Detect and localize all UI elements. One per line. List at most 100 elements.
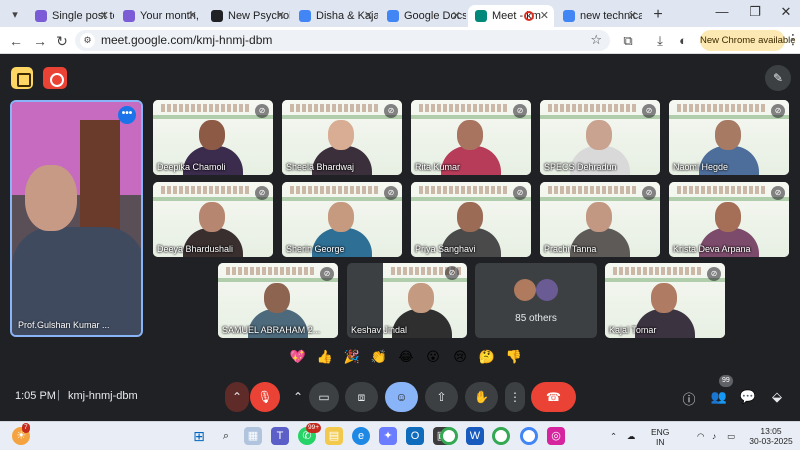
captions-off-icon[interactable] bbox=[11, 67, 33, 89]
wifi-icon[interactable]: ◠ bbox=[697, 431, 704, 441]
clock[interactable]: 13:05 30-03-2025 bbox=[746, 426, 796, 446]
activities-icon[interactable]: ⬙ bbox=[767, 389, 787, 407]
participant-name: Deepika Chamoli bbox=[157, 162, 226, 172]
people-icon[interactable]: 👥 bbox=[709, 389, 729, 407]
close-tab-icon[interactable]: ✕ bbox=[452, 9, 461, 22]
onedrive-icon[interactable]: ☁ bbox=[627, 431, 636, 441]
reaction-emoji-icon[interactable]: 👎 bbox=[504, 347, 524, 367]
camera-button[interactable]: ▭ bbox=[309, 382, 339, 412]
download-icon[interactable]: ⤓ bbox=[650, 31, 670, 51]
tray-overflow-icon[interactable]: ⌃ bbox=[610, 431, 617, 441]
browser-tab[interactable]: Your month, y ✕ bbox=[116, 5, 202, 27]
present-screen-button[interactable]: ⇧ bbox=[425, 382, 458, 412]
close-window-button[interactable]: ✕ bbox=[776, 4, 796, 20]
chrome-icon[interactable] bbox=[440, 427, 458, 445]
browser-tab[interactable]: New Psycholo✕ bbox=[204, 5, 290, 27]
muted-mic-icon: ⊘ bbox=[384, 186, 398, 200]
start-icon[interactable]: ⊞ bbox=[190, 427, 208, 445]
reaction-emoji-icon[interactable]: 👍 bbox=[315, 347, 335, 367]
reaction-emoji-icon[interactable]: 🎉 bbox=[342, 347, 362, 367]
active-speaker-tile[interactable]: ••• Prof.Gulshan Kumar ... bbox=[10, 100, 143, 337]
browser-tab[interactable]: Disha & Kajal ✕ bbox=[292, 5, 378, 27]
extensions-icon[interactable]: ⧉ bbox=[618, 31, 638, 51]
file-explorer-icon[interactable]: ▤ bbox=[325, 427, 343, 445]
restore-button[interactable]: ❐ bbox=[745, 4, 765, 20]
new-chrome-available-button[interactable]: New Chrome available bbox=[700, 30, 796, 51]
participant-tile[interactable]: ⊘ Sherin George bbox=[282, 182, 402, 257]
profile-icon[interactable]: ◐ bbox=[673, 31, 693, 51]
whatsapp-badge: 99+ bbox=[306, 423, 322, 433]
participant-tile[interactable]: ⊘ Krista Deva Arpana bbox=[669, 182, 789, 257]
browser-tab[interactable]: Single post te ✕ bbox=[28, 5, 114, 27]
muted-mic-icon: ⊘ bbox=[707, 267, 721, 281]
leave-call-button[interactable]: ☎ bbox=[531, 382, 576, 412]
visual-effects-icon[interactable]: ✎ bbox=[765, 65, 791, 91]
bookmark-star-icon[interactable]: ☆ bbox=[590, 32, 602, 48]
reaction-emoji-icon[interactable]: 😮 bbox=[423, 347, 443, 367]
reload-icon[interactable]: ↻ bbox=[52, 31, 72, 51]
forward-icon[interactable]: → bbox=[30, 31, 50, 51]
minimize-button[interactable]: — bbox=[712, 4, 732, 19]
browser-menu-icon[interactable]: ⋮ bbox=[786, 31, 800, 48]
close-tab-icon[interactable]: ✕ bbox=[540, 9, 549, 22]
chat-icon[interactable]: 💬 bbox=[738, 389, 758, 407]
raise-hand-button[interactable]: ✋ bbox=[465, 382, 498, 412]
omnibox[interactable]: ⚙ meet.google.com/kmj-hnmj-dbm ☆ bbox=[75, 30, 610, 51]
participant-tile[interactable]: ⊘ Rita Kumar bbox=[411, 100, 531, 175]
search-icon[interactable]: ⌕ bbox=[217, 427, 235, 445]
tab-favicon-icon bbox=[123, 10, 135, 22]
participant-tile[interactable]: ⊘ Deepika Chamoli bbox=[153, 100, 273, 175]
more-options-button[interactable]: ⋮ bbox=[505, 382, 525, 412]
microphone-off-button[interactable]: 🎙 bbox=[250, 382, 280, 412]
participant-tile[interactable]: ⊘ Naomi Hegde bbox=[669, 100, 789, 175]
site-info-icon[interactable]: ⚙ bbox=[80, 33, 95, 48]
copilot-icon[interactable]: ✦ bbox=[379, 427, 397, 445]
reactions-button[interactable]: ☺ bbox=[385, 382, 418, 412]
chrome-profile-icon[interactable] bbox=[492, 427, 510, 445]
back-icon[interactable]: ← bbox=[6, 31, 26, 51]
close-tab-icon[interactable]: ✕ bbox=[276, 9, 285, 22]
volume-icon[interactable]: ♪ bbox=[712, 431, 716, 441]
participant-tile[interactable]: ⊘ Sheela Bhardwaj bbox=[282, 100, 402, 175]
reaction-emoji-icon[interactable]: 💖 bbox=[288, 347, 308, 367]
close-tab-icon[interactable]: ✕ bbox=[100, 9, 109, 22]
browser-tab[interactable]: Meet - km ✕ bbox=[468, 5, 554, 27]
reaction-emoji-icon[interactable]: 😢 bbox=[450, 347, 470, 367]
participant-tile[interactable]: ⊘ Priya Sanghavi bbox=[411, 182, 531, 257]
task-view-icon[interactable]: ▦ bbox=[244, 427, 262, 445]
browser-tab[interactable]: new technical ✕ bbox=[556, 5, 642, 27]
participant-tile[interactable]: Keshav Jindal ⊘ bbox=[347, 263, 467, 338]
edge-icon[interactable]: e bbox=[352, 427, 370, 445]
video-options-button[interactable]: ⌃ bbox=[287, 382, 309, 412]
participant-tile[interactable]: ⊘ SAMUEL ABRAHAM 2... bbox=[218, 263, 338, 338]
audio-options-button[interactable]: ⌃ bbox=[225, 382, 249, 412]
reaction-emoji-icon[interactable]: 👏 bbox=[369, 347, 389, 367]
recording-indicator-icon[interactable] bbox=[43, 67, 67, 89]
meeting-info-icon[interactable]: ⓘ bbox=[679, 389, 699, 407]
teams-icon[interactable]: T bbox=[271, 427, 289, 445]
participant-tile[interactable]: ⊘ Deeya Bhardushali bbox=[153, 182, 273, 257]
reaction-emoji-icon[interactable]: 🤔 bbox=[477, 347, 497, 367]
outlook-icon[interactable]: O bbox=[406, 427, 424, 445]
others-count-label: 85 others bbox=[515, 313, 557, 324]
chrome-profile-2-icon[interactable] bbox=[520, 427, 538, 445]
tab-search-icon[interactable]: ▾ bbox=[6, 5, 24, 23]
captions-button[interactable]: ⧈ bbox=[345, 382, 378, 412]
close-tab-icon[interactable]: ✕ bbox=[364, 9, 373, 22]
battery-icon[interactable]: ▭ bbox=[727, 431, 735, 441]
others-tile[interactable]: 85 others bbox=[475, 263, 597, 338]
close-tab-icon[interactable]: ✕ bbox=[188, 9, 197, 22]
participant-head bbox=[715, 202, 741, 232]
browser-tab[interactable]: Google Docs ✕ bbox=[380, 5, 466, 27]
close-tab-icon[interactable]: ✕ bbox=[628, 9, 637, 22]
new-tab-button[interactable]: + bbox=[648, 5, 668, 25]
speaker-more-options-button[interactable]: ••• bbox=[118, 106, 136, 124]
participant-tile[interactable]: ⊘ SPECS Dehradun bbox=[540, 100, 660, 175]
url-text[interactable]: meet.google.com/kmj-hnmj-dbm bbox=[101, 33, 272, 47]
instagram-icon[interactable]: ◎ bbox=[547, 427, 565, 445]
reaction-emoji-icon[interactable]: 😂 bbox=[396, 347, 416, 367]
participant-tile[interactable]: ⊘ Kajal Tomar bbox=[605, 263, 725, 338]
word-icon[interactable]: W bbox=[466, 427, 484, 445]
language-indicator[interactable]: ENG IN bbox=[651, 427, 669, 447]
participant-tile[interactable]: ⊘ Prachi Tanna bbox=[540, 182, 660, 257]
